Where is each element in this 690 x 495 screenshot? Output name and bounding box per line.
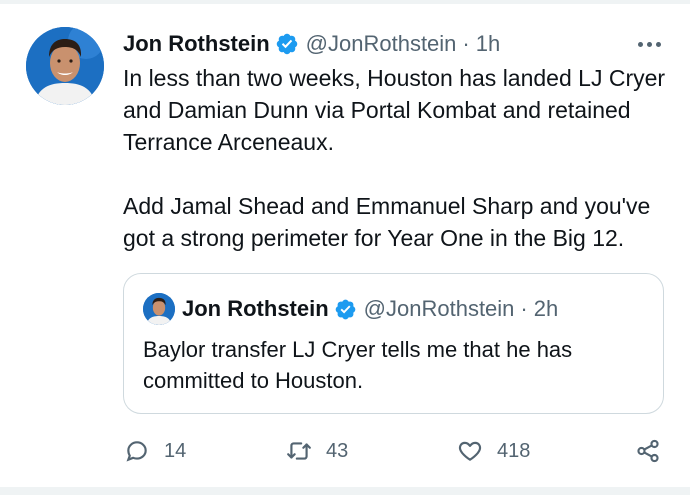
- quoted-avatar[interactable]: [143, 293, 175, 325]
- tweet-header: Jon Rothstein @JonRothstein · 1h: [123, 28, 500, 60]
- divider: [0, 0, 690, 4]
- tweet-card[interactable]: Jon Rothstein @JonRothstein · 1h In less…: [0, 0, 690, 495]
- verified-badge-icon: [334, 298, 357, 321]
- avatar-photo: [143, 293, 175, 325]
- reply-button[interactable]: 14: [124, 433, 186, 469]
- more-icon[interactable]: [634, 30, 664, 58]
- author-name[interactable]: Jon Rothstein: [123, 31, 270, 57]
- tweet-paragraph: Add Jamal Shead and Emmanuel Sharp and y…: [123, 193, 651, 251]
- reply-count: 14: [164, 439, 187, 462]
- retweet-button[interactable]: 43: [286, 433, 348, 469]
- tweet-paragraph: In less than two weeks, Houston has land…: [123, 65, 666, 155]
- quoted-tweet-text: Baylor transfer LJ Cryer tells me that h…: [143, 337, 573, 393]
- like-count: 418: [497, 439, 531, 462]
- verified-badge-icon: [275, 32, 299, 56]
- avatar-photo: [26, 27, 104, 105]
- retweet-count: 43: [326, 439, 349, 462]
- quoted-timestamp[interactable]: 2h: [534, 296, 558, 322]
- quoted-author-name[interactable]: Jon Rothstein: [182, 296, 329, 322]
- share-icon: [635, 438, 661, 464]
- separator: ·: [462, 31, 470, 56]
- action-bar: 14 43 418: [120, 433, 665, 469]
- separator: ·: [520, 296, 528, 321]
- quoted-tweet[interactable]: Jon Rothstein @JonRothstein · 2h Baylor …: [123, 273, 664, 414]
- quoted-tweet-header: Jon Rothstein @JonRothstein · 2h: [182, 292, 558, 326]
- tweet-text: In less than two weeks, Houston has land…: [123, 62, 668, 254]
- retweet-icon: [286, 438, 312, 464]
- quoted-author-handle[interactable]: @JonRothstein: [364, 296, 515, 322]
- heart-icon: [457, 438, 483, 464]
- avatar[interactable]: [26, 27, 104, 105]
- timestamp[interactable]: 1h: [476, 31, 500, 57]
- divider: [0, 487, 690, 495]
- reply-icon: [124, 438, 150, 464]
- like-button[interactable]: 418: [457, 433, 530, 469]
- share-button[interactable]: [635, 433, 661, 469]
- author-handle[interactable]: @JonRothstein: [306, 31, 457, 57]
